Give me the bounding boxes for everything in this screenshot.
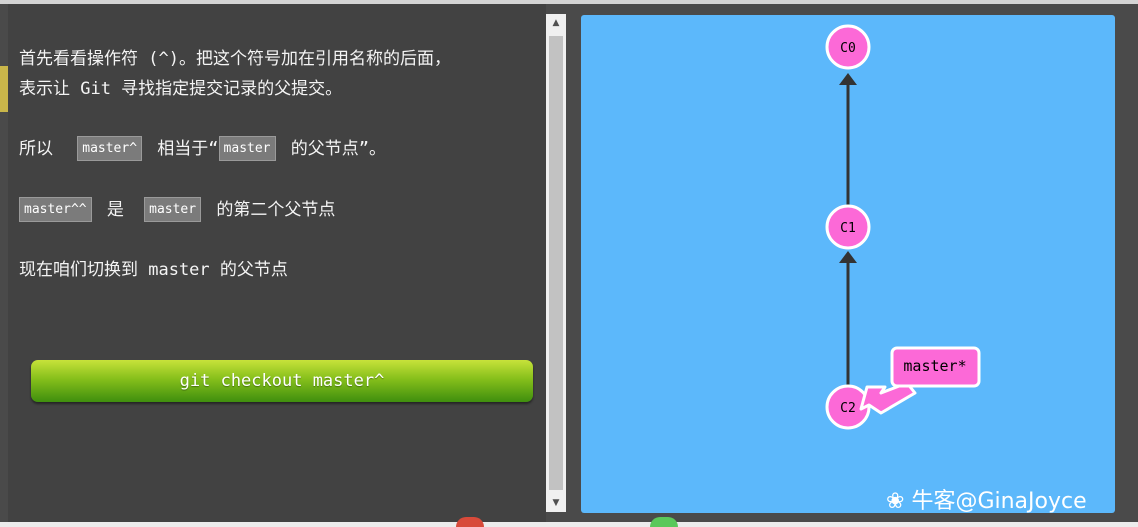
scroll-thumb[interactable] — [549, 36, 563, 490]
lesson-scrollbar[interactable]: ▲ ▼ — [546, 14, 566, 512]
branch-master[interactable]: master* — [859, 346, 981, 415]
close-dot-icon[interactable] — [456, 517, 484, 527]
scroll-up-arrow-icon[interactable]: ▲ — [546, 14, 566, 32]
nowcoder-logo-icon: ❀ — [886, 489, 905, 514]
commit-c1[interactable]: C1 — [825, 204, 871, 250]
watermark-text: 牛客@GinaJoyce — [911, 489, 1087, 514]
commit-c2-label: C2 — [840, 401, 856, 416]
edge-c1-c0-arrowhead — [839, 73, 857, 85]
lesson-para-4: 现在咱们切换到 master 的父节点 — [19, 260, 288, 280]
lesson-para-1: 首先看看操作符 (^)。把这个符号加在引用名称的后面， 表示让 Git 寻找指定… — [19, 44, 451, 104]
ok-dot-icon[interactable] — [650, 517, 678, 527]
code-master-caret: master^ — [77, 136, 143, 161]
code-master-2: master — [144, 197, 202, 222]
lesson-para-2: 所以 master^ 相当于“ master 的父节点”。 — [19, 134, 386, 164]
git-graph-svg: C0 C1 C2 master* — [825, 24, 981, 430]
git-graph-panel: C0 C1 C2 master* — [581, 15, 1115, 513]
para2-prefix: 所以 — [19, 139, 53, 159]
lesson-panel: 首先看看操作符 (^)。把这个符号加在引用名称的后面， 表示让 Git 寻找指定… — [8, 4, 546, 522]
commit-c0[interactable]: C0 — [825, 24, 871, 70]
lesson-para-1-line-1: 首先看看操作符 (^)。把这个符号加在引用名称的后面， — [19, 49, 451, 69]
edge-c2-c1-arrowhead — [839, 251, 857, 263]
git-command-button[interactable]: git checkout master^ — [31, 360, 533, 402]
left-accent-strip — [0, 66, 8, 112]
commit-c1-label: C1 — [840, 221, 856, 236]
branch-master-label: master* — [903, 357, 966, 375]
para2-middle: 相当于“ — [157, 139, 219, 159]
para3-middle: 是 — [106, 200, 124, 220]
para2-suffix: 的父节点”。 — [290, 139, 387, 159]
scroll-down-arrow-icon[interactable]: ▼ — [546, 494, 566, 512]
commit-c0-label: C0 — [840, 41, 856, 56]
code-master: master — [218, 136, 276, 161]
app-frame: 首先看看操作符 (^)。把这个符号加在引用名称的后面， 表示让 Git 寻找指定… — [0, 0, 1138, 527]
panel-gap — [566, 4, 581, 522]
code-master-double-caret: master^^ — [19, 197, 92, 222]
para3-suffix: 的第二个父节点 — [216, 200, 336, 220]
lesson-para-3: master^^ 是 master 的第二个父节点 — [19, 195, 335, 225]
lesson-para-1-line-2: 表示让 Git 寻找指定提交记录的父提交。 — [19, 79, 343, 99]
watermark: ❀ 牛客@GinaJoyce — [886, 483, 1087, 515]
